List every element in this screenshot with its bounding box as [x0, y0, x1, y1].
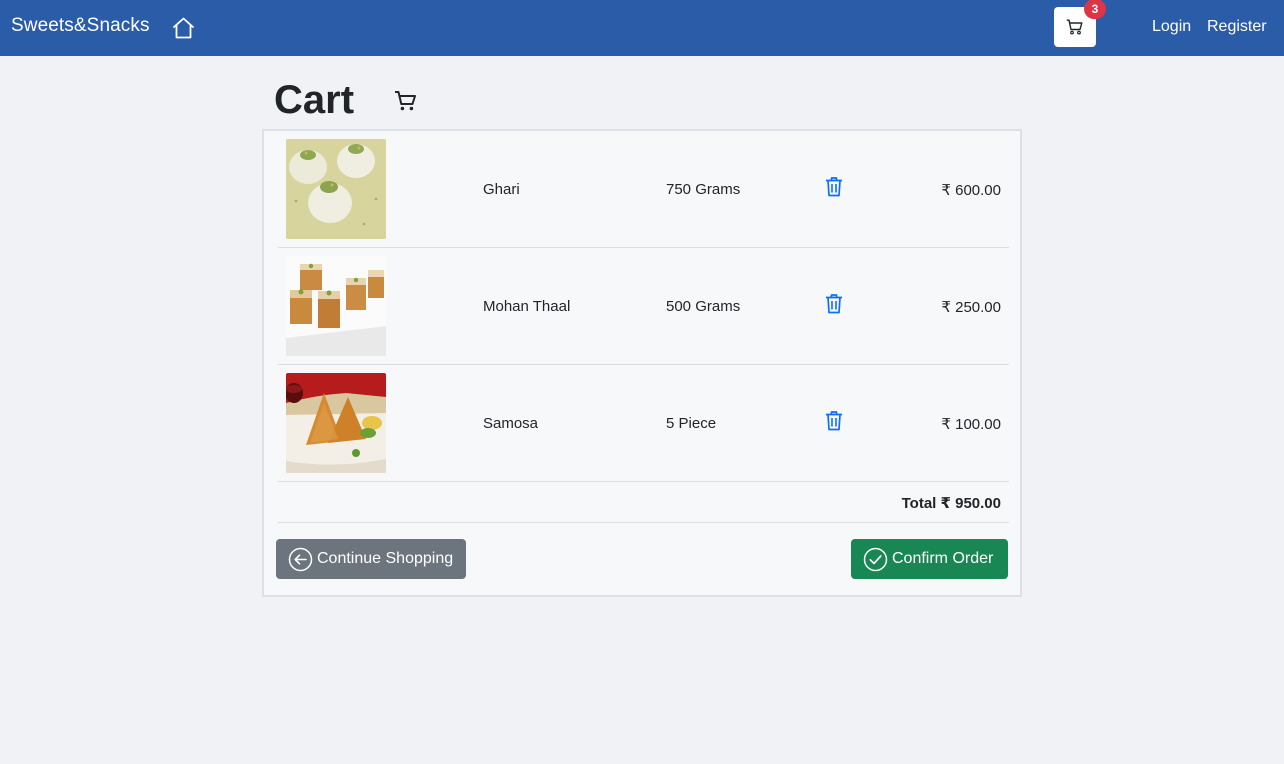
- brand-logo[interactable]: Sweets&Snacks: [11, 15, 150, 37]
- cart-icon: [1066, 19, 1083, 35]
- check-circle-icon: [863, 547, 888, 572]
- confirm-order-button[interactable]: Confirm Order: [851, 539, 1008, 579]
- item-name: Ghari: [483, 181, 520, 198]
- trash-icon[interactable]: [825, 410, 843, 431]
- item-quantity: 500 Grams: [666, 298, 741, 315]
- item-quantity: 5 Piece: [666, 415, 717, 432]
- mohan-thaal-image: [286, 256, 386, 356]
- item-quantity: 750 Grams: [666, 181, 741, 198]
- cart-item-row: Ghari 750 Grams ₹ 600.00: [278, 131, 1009, 248]
- register-link[interactable]: Register: [1207, 18, 1267, 36]
- cart-total: Total ₹ 950.00: [901, 495, 1001, 512]
- item-price: ₹ 600.00: [941, 182, 1001, 199]
- trash-icon[interactable]: [825, 293, 843, 314]
- page-title: Cart: [274, 78, 355, 122]
- item-price: ₹ 250.00: [941, 299, 1001, 316]
- trash-icon[interactable]: [825, 176, 843, 197]
- continue-shopping-label: Continue Shopping: [317, 550, 454, 567]
- cart-card: Ghari 750 Grams ₹ 600.00 Mohan Thaal 500…: [262, 129, 1022, 597]
- ghari-sweet-image: [286, 139, 386, 239]
- cart-item-row: Samosa 5 Piece ₹ 100.00: [278, 365, 1009, 482]
- shopping-cart-icon: [395, 91, 416, 111]
- home-icon[interactable]: [171, 16, 196, 40]
- continue-shopping-button[interactable]: Continue Shopping: [276, 539, 466, 579]
- confirm-order-label: Confirm Order: [892, 550, 994, 567]
- samosa-image: [286, 373, 386, 473]
- item-price: ₹ 100.00: [941, 416, 1001, 433]
- item-name: Samosa: [483, 415, 539, 432]
- cart-item-row: Mohan Thaal 500 Grams ₹ 250.00: [278, 248, 1009, 365]
- arrow-left-circle-icon: [288, 547, 313, 572]
- total-row: Total ₹ 950.00: [278, 482, 1009, 523]
- cart-count-badge: 3: [1084, 0, 1106, 19]
- navbar: Sweets&Snacks 3 Login Register: [0, 0, 1284, 56]
- item-name: Mohan Thaal: [483, 298, 571, 315]
- login-link[interactable]: Login: [1152, 18, 1191, 36]
